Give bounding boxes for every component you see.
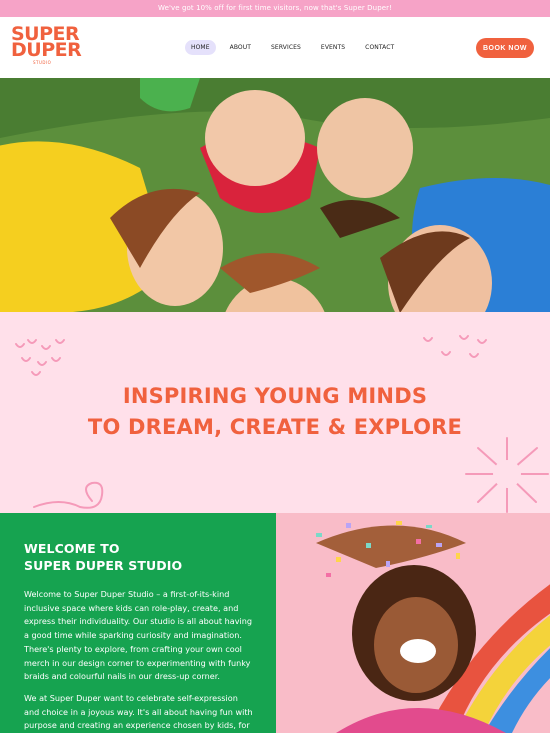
nav-item-about[interactable]: ABOUT [224, 40, 257, 55]
main-nav: HOME ABOUT SERVICES EVENTS CONTACT [185, 40, 400, 55]
squiggle-decoration-left [15, 339, 65, 376]
welcome-paragraph-1: Welcome to Super Duper Studio – a first-… [24, 589, 253, 682]
squiggle-decoration-right [423, 335, 487, 358]
mission-line-2: TO DREAM, CREATE & EXPLORE [87, 415, 463, 439]
welcome-paragraph-2: We at Super Duper want to celebrate self… [24, 692, 253, 731]
welcome-photo [276, 513, 550, 733]
welcome-heading: WELCOME TO SUPER DUPER STUDIO [24, 540, 253, 574]
hero-photo [0, 78, 550, 312]
promo-text: We've got 10% off for first time visitor… [157, 4, 393, 12]
mission-section: INSPIRING YOUNG MINDS TO DREAM, CREATE &… [0, 312, 550, 513]
nav-item-events[interactable]: EVENTS [315, 40, 351, 55]
mission-line-1: INSPIRING YOUNG MINDS [122, 384, 428, 408]
welcome-section: WELCOME TO SUPER DUPER STUDIO Welcome to… [0, 513, 276, 733]
burst-decoration [465, 437, 549, 513]
logo-line-2: DUPER [11, 39, 82, 61]
welcome-heading-line-1: WELCOME TO [24, 541, 120, 556]
logo[interactable]: SUPER DUPER STUDIO [11, 25, 82, 76]
site-header: SUPER DUPER STUDIO HOME ABOUT SERVICES E… [0, 17, 550, 78]
promo-banner: We've got 10% off for first time visitor… [0, 0, 550, 17]
girl-confetti-photo [276, 513, 550, 733]
welcome-heading-line-2: SUPER DUPER STUDIO [24, 558, 183, 573]
curl-decoration [33, 481, 104, 509]
nav-item-services[interactable]: SERVICES [265, 40, 307, 55]
nav-item-contact[interactable]: CONTACT [359, 40, 400, 55]
hero-image [0, 78, 550, 312]
book-now-button[interactable]: BOOK NOW [476, 38, 534, 58]
nav-item-home[interactable]: HOME [185, 40, 216, 55]
